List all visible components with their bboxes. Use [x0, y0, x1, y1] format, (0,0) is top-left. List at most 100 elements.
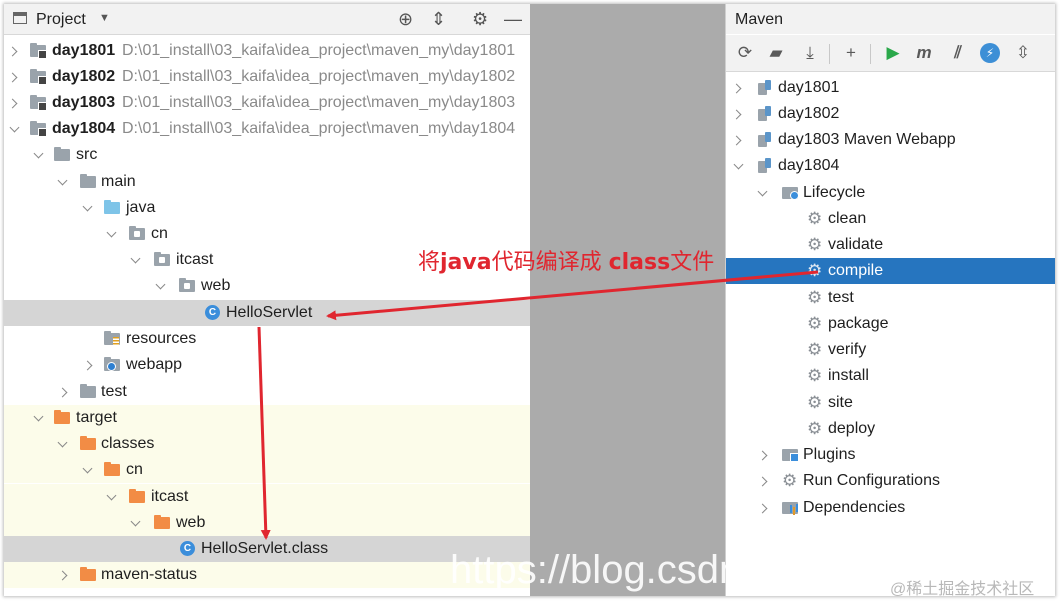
expand-arrow-icon[interactable]: [10, 43, 20, 59]
toolbar-separator: [829, 44, 830, 64]
collapse-arrow-icon[interactable]: [131, 252, 141, 268]
tree-row-webapp[interactable]: webapp: [4, 352, 530, 378]
collapse-arrow-icon[interactable]: [107, 226, 117, 242]
tree-row-target-itcast[interactable]: itcast: [4, 484, 530, 510]
maven-project-day1802[interactable]: day1802: [726, 101, 1055, 127]
collapse-arrow-icon[interactable]: [156, 278, 166, 294]
maven-dependencies[interactable]: Dependencies: [726, 495, 1055, 521]
tree-row-target-web[interactable]: web: [4, 510, 530, 536]
tree-row-day1803[interactable]: day1803 D:\01_install\03_kaifa\idea_proj…: [4, 90, 530, 116]
maven-goal-icon[interactable]: m: [914, 43, 934, 63]
tree-row-src[interactable]: src: [4, 142, 530, 168]
collapse-arrow-icon[interactable]: [107, 489, 117, 505]
collapse-arrow-icon[interactable]: [734, 158, 744, 174]
lifecycle-phase-site[interactable]: ⚙ site: [726, 390, 1055, 416]
collapse-arrow-icon[interactable]: [58, 174, 68, 190]
excluded-folder-icon: [80, 436, 96, 450]
dependencies-label: Dependencies: [803, 499, 906, 516]
expand-arrow-icon[interactable]: [60, 384, 70, 400]
collapse-arrow-icon[interactable]: [10, 121, 20, 137]
tree-row-target[interactable]: target: [4, 405, 530, 431]
show-dependencies-icon[interactable]: ⇳: [1013, 43, 1033, 63]
toggle-offline-icon[interactable]: ⫽: [948, 43, 968, 63]
collapse-arrow-icon[interactable]: [83, 462, 93, 478]
maven-project-day1803[interactable]: day1803 Maven Webapp: [726, 127, 1055, 153]
compile-annotation: 将java代码编译成 class文件: [418, 244, 714, 276]
collapse-arrow-icon[interactable]: [34, 147, 44, 163]
refresh-icon[interactable]: ⟳: [735, 43, 755, 63]
lifecycle-phase-test[interactable]: ⚙ test: [726, 285, 1055, 311]
maven-project-icon: [758, 158, 772, 173]
project-panel-title[interactable]: Project: [36, 11, 86, 29]
tree-row-helloservlet[interactable]: C HelloServlet: [4, 300, 530, 326]
tree-row-test[interactable]: test: [4, 379, 530, 405]
folder-label: itcast: [151, 488, 189, 505]
maven-run-configurations[interactable]: ⚙ Run Configurations: [726, 468, 1055, 494]
lifecycle-phase-clean[interactable]: ⚙ clean: [726, 206, 1055, 232]
lifecycle-phase-install[interactable]: ⚙ install: [726, 363, 1055, 389]
tree-row-day1802[interactable]: day1802 D:\01_install\03_kaifa\idea_proj…: [4, 64, 530, 90]
expand-arrow-icon[interactable]: [85, 357, 95, 373]
phase-label: test: [828, 289, 854, 306]
expand-arrow-icon[interactable]: [760, 500, 770, 516]
collapse-arrow-icon[interactable]: [58, 436, 68, 452]
collapse-icon[interactable]: ⇕: [431, 9, 446, 29]
tree-row-java[interactable]: java: [4, 195, 530, 221]
folder-label: classes: [101, 435, 155, 452]
expand-arrow-icon[interactable]: [734, 106, 744, 122]
run-icon[interactable]: ▶: [883, 43, 903, 63]
minimize-icon[interactable]: —: [504, 9, 522, 29]
file-label: HelloServlet.class: [201, 540, 329, 557]
expand-arrow-icon[interactable]: [10, 69, 20, 85]
tree-row-web[interactable]: web: [4, 273, 530, 299]
collapse-arrow-icon[interactable]: [758, 185, 768, 201]
tree-row-resources[interactable]: resources: [4, 326, 530, 352]
expand-arrow-icon[interactable]: [60, 567, 70, 583]
module-path: D:\01_install\03_kaifa\idea_project\mave…: [122, 68, 516, 85]
expand-arrow-icon[interactable]: [734, 80, 744, 96]
tree-row-day1804[interactable]: day1804 D:\01_install\03_kaifa\idea_proj…: [4, 116, 530, 142]
collapse-arrow-icon[interactable]: [34, 410, 44, 426]
view-selector-dropdown-icon[interactable]: ▼: [99, 12, 110, 24]
download-icon[interactable]: ⤓: [800, 43, 820, 63]
lifecycle-phase-compile[interactable]: ⚙ compile: [726, 258, 1055, 284]
annotation-text-2: java: [440, 250, 492, 275]
expand-arrow-icon[interactable]: [760, 447, 770, 463]
expand-arrow-icon[interactable]: [10, 95, 20, 111]
lifecycle-phase-package[interactable]: ⚙ package: [726, 311, 1055, 337]
expand-arrow-icon[interactable]: [734, 132, 744, 148]
lifecycle-phase-validate[interactable]: ⚙ validate: [726, 232, 1055, 258]
settings-icon[interactable]: ⚙: [472, 9, 488, 29]
collapse-arrow-icon[interactable]: [131, 515, 141, 531]
file-label: HelloServlet: [226, 304, 313, 321]
gear-icon: ⚙: [807, 340, 823, 359]
maven-project-icon: [758, 80, 772, 95]
toolbar-separator: [870, 44, 871, 64]
import-folder-icon[interactable]: ▰: [766, 43, 786, 63]
add-icon[interactable]: +: [841, 43, 861, 63]
tree-row-main[interactable]: main: [4, 169, 530, 195]
run-configurations-icon: ⚙: [782, 471, 798, 490]
gear-icon: ⚙: [807, 366, 823, 385]
maven-project-day1801[interactable]: day1801: [726, 75, 1055, 101]
skip-tests-icon[interactable]: ⚡: [980, 43, 1000, 63]
collapse-arrow-icon[interactable]: [83, 200, 93, 216]
java-class-icon: C: [205, 305, 220, 320]
maven-lifecycle[interactable]: Lifecycle: [726, 180, 1055, 206]
module-folder-icon: [30, 43, 47, 59]
project-view-icon: [13, 12, 27, 24]
tree-row-day1801[interactable]: day1801 D:\01_install\03_kaifa\idea_proj…: [4, 38, 530, 64]
maven-project-day1804[interactable]: day1804: [726, 153, 1055, 179]
maven-plugins[interactable]: Plugins: [726, 442, 1055, 468]
gear-icon: ⚙: [807, 261, 823, 280]
gear-icon: ⚙: [807, 314, 823, 333]
locate-icon[interactable]: ⊕: [398, 9, 413, 29]
annotation-text-1: 将: [418, 250, 441, 275]
lifecycle-phase-verify[interactable]: ⚙ verify: [726, 337, 1055, 363]
tree-row-classes[interactable]: classes: [4, 431, 530, 457]
tree-row-target-cn[interactable]: cn: [4, 457, 530, 483]
gear-icon: ⚙: [807, 419, 823, 438]
lifecycle-phase-deploy[interactable]: ⚙ deploy: [726, 416, 1055, 442]
expand-arrow-icon[interactable]: [760, 473, 770, 489]
folder-icon: [80, 174, 96, 188]
